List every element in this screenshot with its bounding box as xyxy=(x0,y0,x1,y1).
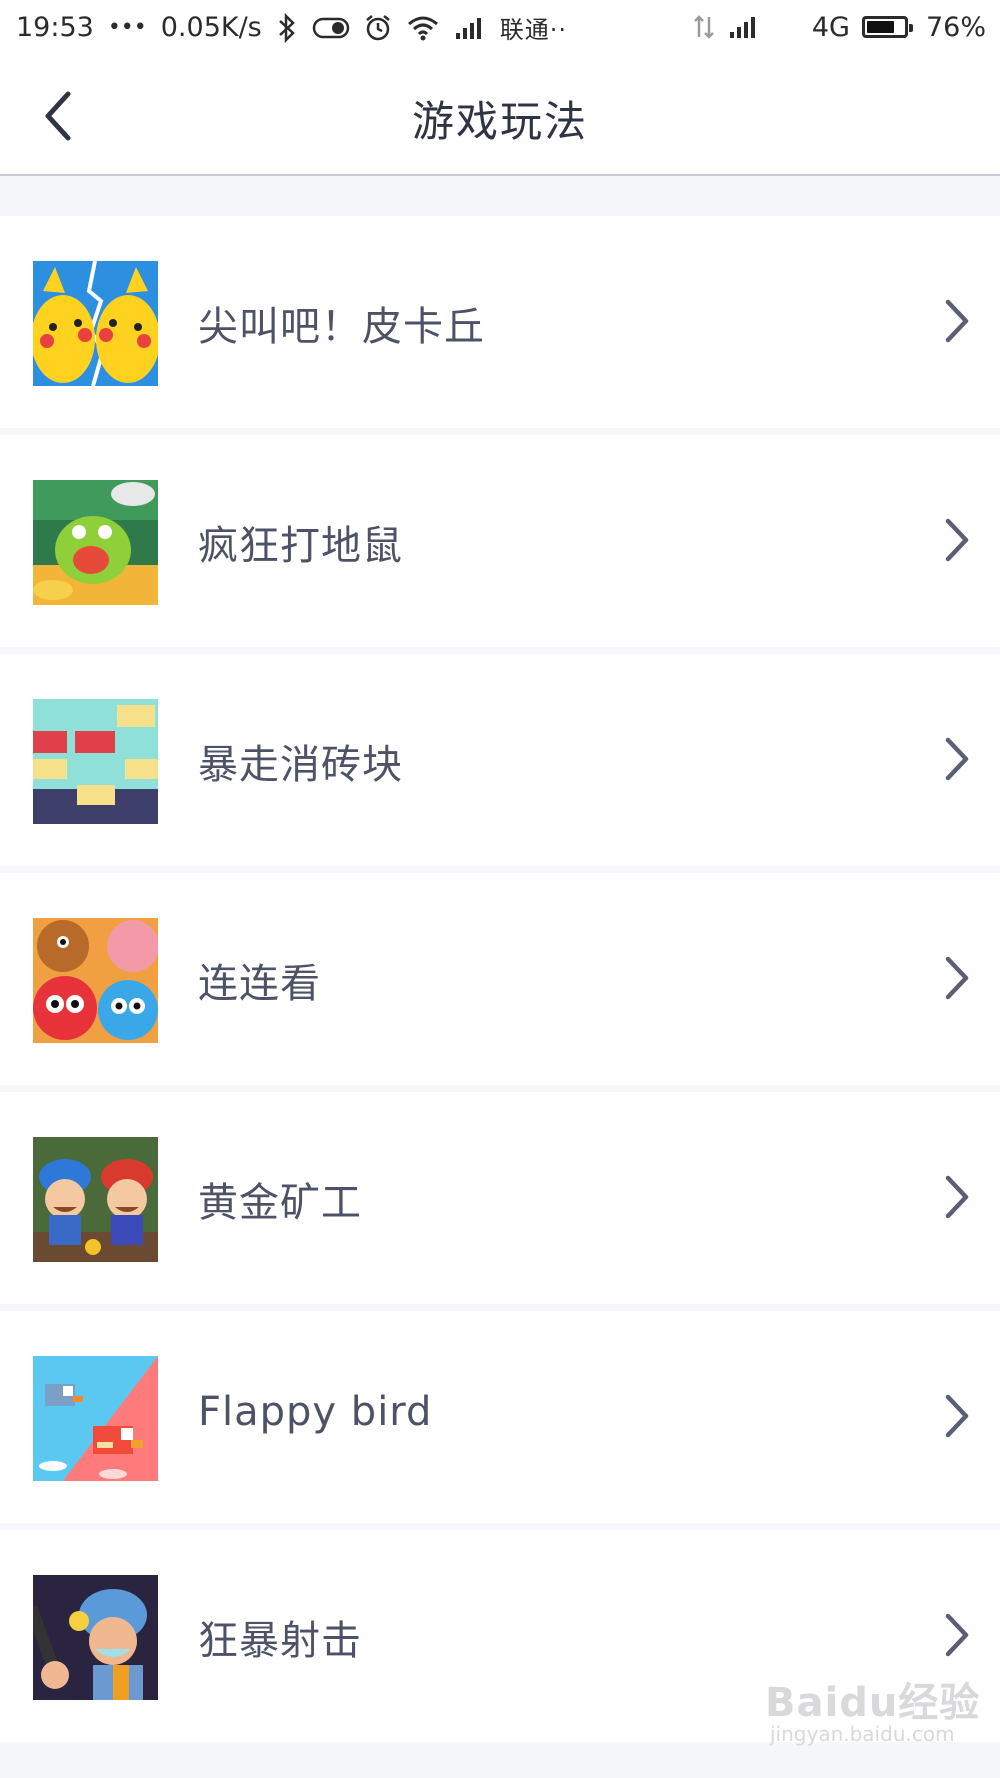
game-item-flappy-bird[interactable]: Flappy bird xyxy=(0,1311,1000,1523)
chevron-right-icon xyxy=(945,1613,969,1657)
status-time: 19:53 xyxy=(16,12,94,43)
game-name: 暴走消砖块 xyxy=(198,742,403,788)
game-item-link-match[interactable]: 连连看 xyxy=(0,873,1000,1085)
game-name: Flappy bird xyxy=(198,1389,433,1435)
game-item-brick-breaker[interactable]: 暴走消砖块 xyxy=(0,654,1000,866)
rampage-shooter-thumbnail xyxy=(33,1575,158,1700)
game-name: 狂暴射击 xyxy=(198,1618,362,1664)
game-name: 尖叫吧！皮卡丘 xyxy=(198,304,485,350)
brick-breaker-thumbnail xyxy=(33,699,158,824)
toggle-icon xyxy=(312,11,350,45)
flappy-bird-thumbnail xyxy=(33,1356,158,1481)
wifi-icon xyxy=(406,11,440,45)
chevron-right-icon xyxy=(945,956,969,1000)
link-match-thumbnail xyxy=(33,918,158,1043)
alarm-icon xyxy=(364,11,392,45)
chevron-right-icon xyxy=(945,1394,969,1438)
signal-icon-2 xyxy=(728,10,760,44)
chevron-right-icon xyxy=(945,1175,969,1219)
game-item-whack-a-mole[interactable]: 疯狂打地鼠 xyxy=(0,435,1000,647)
page-title: 游戏玩法 xyxy=(411,97,588,146)
data-transfer-icon xyxy=(692,10,716,44)
game-item-pikachu[interactable]: 尖叫吧！皮卡丘 xyxy=(0,216,1000,428)
status-network-type: 4G xyxy=(811,11,850,43)
watermark-sub: jingyan.baidu.com xyxy=(770,1722,955,1746)
status-net-speed: 0.05K/s xyxy=(160,12,262,43)
gold-miner-thumbnail xyxy=(33,1137,158,1262)
status-battery-percent: 76% xyxy=(925,11,986,43)
game-name: 黄金矿工 xyxy=(198,1180,362,1226)
watermark: Baidu经验 xyxy=(765,1680,981,1726)
status-carrier: 联通·· xyxy=(499,16,568,44)
status-bar: 19:53 ••• 0.05K/s 联通·· 4G 76% xyxy=(0,0,1000,58)
bluetooth-icon xyxy=(276,11,298,45)
battery-icon xyxy=(861,10,913,44)
status-dots: ••• xyxy=(107,15,147,40)
game-list: 尖叫吧！皮卡丘 疯狂打地鼠 暴走消砖块 连连看 黄金矿工 Flappy bird… xyxy=(0,216,1000,1749)
game-name: 疯狂打地鼠 xyxy=(198,523,403,569)
header-bar: 游戏玩法 xyxy=(0,58,1000,176)
game-name: 连连看 xyxy=(198,961,321,1007)
chevron-right-icon xyxy=(945,518,969,562)
game-item-gold-miner[interactable]: 黄金矿工 xyxy=(0,1092,1000,1304)
whack-a-mole-thumbnail xyxy=(33,480,158,605)
chevron-right-icon xyxy=(945,299,969,343)
signal-icon xyxy=(454,11,486,45)
chevron-right-icon xyxy=(945,737,969,781)
pikachu-thumbnail xyxy=(33,261,158,386)
